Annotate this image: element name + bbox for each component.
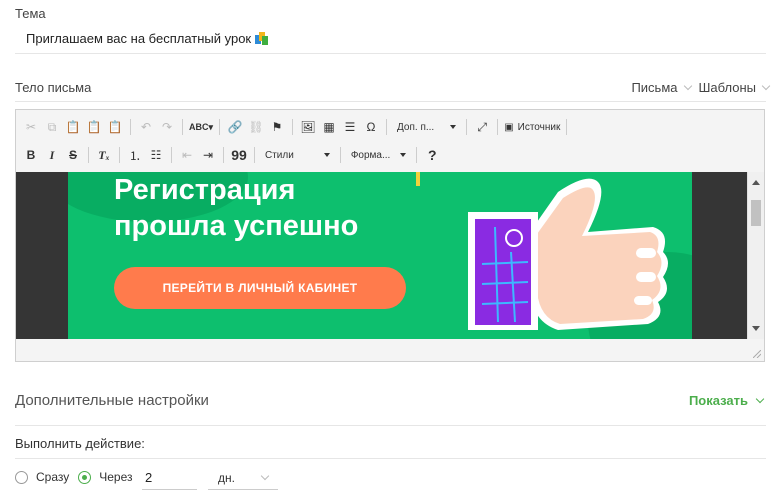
source-label: Источник bbox=[517, 121, 561, 133]
radio-immediately[interactable] bbox=[15, 470, 28, 484]
advanced-divider bbox=[15, 425, 766, 426]
scroll-thumb[interactable] bbox=[751, 200, 761, 226]
scroll-up-icon[interactable] bbox=[752, 180, 760, 185]
toolbar-separator bbox=[566, 119, 568, 135]
table-icon[interactable]: ▦ bbox=[320, 117, 338, 137]
subject-input[interactable]: Приглашаем вас на бесплатный урок bbox=[15, 24, 766, 54]
action-label: Выполнить действие: bbox=[15, 436, 145, 451]
styles-combo-label: Стили bbox=[265, 149, 294, 161]
banner-title: Регистрация прошла успешно bbox=[114, 172, 434, 244]
toolbar-separator bbox=[88, 147, 89, 163]
toolbar-separator bbox=[119, 147, 120, 163]
toolbar-separator bbox=[466, 119, 468, 135]
subject-label: Тема bbox=[15, 6, 46, 21]
thumbs-up-icon bbox=[468, 178, 668, 330]
toolbar-separator bbox=[339, 147, 341, 163]
toolbar-separator bbox=[254, 147, 255, 163]
extra-combo[interactable]: Доп. п... bbox=[393, 117, 460, 137]
editor-scrollbar[interactable] bbox=[747, 172, 764, 339]
extra-combo-label: Доп. п... bbox=[397, 121, 435, 133]
redo-icon[interactable]: ↷ bbox=[158, 117, 176, 137]
action-radio-row: Сразу Через bbox=[15, 470, 142, 484]
source-button[interactable]: ▣ Источник bbox=[504, 122, 560, 133]
help-button[interactable]: ? bbox=[423, 145, 441, 165]
bulleted-list-icon[interactable]: ☷ bbox=[147, 145, 165, 165]
body-links: Письма Шаблоны bbox=[631, 80, 771, 95]
banner-cta-button[interactable]: ПЕРЕЙТИ В ЛИЧНЫЙ КАБИНЕТ bbox=[114, 267, 406, 309]
books-emoji-icon bbox=[255, 32, 269, 45]
toolbar-separator bbox=[130, 119, 131, 135]
show-label: Показать bbox=[688, 393, 748, 408]
chevron-down-icon bbox=[683, 81, 692, 90]
toolbar-separator bbox=[292, 119, 294, 135]
paste-text-icon[interactable]: 📋 bbox=[85, 117, 103, 137]
toolbar-row-2: B I S Tₓ ⒈ ☷ ⇤ ⇥ 99 Стили Форма... ? bbox=[22, 143, 441, 167]
bold-button[interactable]: B bbox=[22, 145, 40, 165]
copy-icon[interactable]: ⧉ bbox=[43, 117, 61, 137]
advanced-settings-title: Дополнительные настройки bbox=[15, 392, 209, 409]
special-char-icon[interactable]: Ω bbox=[362, 117, 380, 137]
toolbar-row-1: ✂ ⧉ 📋 📋 📋 ↶ ↷ ABC▾ 🔗 ⛓ ⚑ 🖼 ▦ ☰ Ω Доп. п.… bbox=[22, 115, 570, 139]
image-icon[interactable]: 🖼 bbox=[299, 117, 317, 137]
toolbar-separator bbox=[223, 147, 224, 163]
body-label: Тело письма bbox=[15, 80, 92, 95]
toolbar-separator bbox=[219, 119, 221, 135]
link-icon[interactable]: 🔗 bbox=[226, 117, 244, 137]
templates-label: Шаблоны bbox=[698, 80, 757, 95]
toolbar-separator bbox=[416, 147, 418, 163]
toolbar-separator bbox=[386, 119, 388, 135]
blockquote-icon[interactable]: 99 bbox=[230, 145, 248, 165]
subject-value: Приглашаем вас на бесплатный урок bbox=[26, 31, 252, 46]
advanced-settings-toggle[interactable]: Показать bbox=[688, 393, 765, 408]
spellcheck-icon[interactable]: ABC▾ bbox=[189, 117, 213, 137]
format-combo[interactable]: Форма... bbox=[347, 145, 411, 165]
letters-label: Письма bbox=[631, 80, 678, 95]
banner-title-line-1: Регистрация bbox=[114, 174, 296, 206]
editor-content[interactable]: Регистрация прошла успешно ПЕРЕЙТИ В ЛИЧ… bbox=[16, 172, 748, 339]
strike-button[interactable]: S bbox=[64, 145, 82, 165]
paste-icon[interactable]: 📋 bbox=[64, 117, 82, 137]
chevron-down-icon bbox=[761, 81, 771, 90]
banner-title-line-2: прошла успешно bbox=[114, 210, 359, 242]
caret-down-icon bbox=[323, 153, 330, 157]
anchor-flag-icon[interactable]: ⚑ bbox=[268, 117, 286, 137]
templates-dropdown[interactable]: Шаблоны bbox=[698, 80, 771, 95]
caret-down-icon bbox=[450, 125, 457, 129]
letters-dropdown[interactable]: Письма bbox=[631, 80, 692, 95]
format-combo-label: Форма... bbox=[350, 149, 391, 161]
scroll-down-icon[interactable] bbox=[752, 326, 760, 331]
delay-unit-select[interactable]: дн. bbox=[208, 466, 278, 490]
indent-icon[interactable]: ⇥ bbox=[199, 145, 217, 165]
chevron-down-icon bbox=[260, 471, 270, 480]
source-doc-icon: ▣ bbox=[504, 121, 514, 133]
paste-word-icon[interactable]: 📋 bbox=[106, 117, 124, 137]
radio-immediately-label[interactable]: Сразу bbox=[36, 470, 69, 484]
outdent-icon[interactable]: ⇤ bbox=[178, 145, 196, 165]
caret-down-icon bbox=[400, 153, 407, 157]
email-banner: Регистрация прошла успешно ПЕРЕЙТИ В ЛИЧ… bbox=[68, 172, 692, 339]
rich-text-editor: ✂ ⧉ 📋 📋 📋 ↶ ↷ ABC▾ 🔗 ⛓ ⚑ 🖼 ▦ ☰ Ω Доп. п.… bbox=[15, 109, 765, 362]
toolbar-separator bbox=[182, 119, 183, 135]
horizontal-rule-icon[interactable]: ☰ bbox=[341, 117, 359, 137]
cut-icon[interactable]: ✂ bbox=[22, 117, 40, 137]
body-divider bbox=[15, 101, 766, 102]
delay-unit-label: дн. bbox=[218, 470, 235, 485]
undo-icon[interactable]: ↶ bbox=[137, 117, 155, 137]
resize-handle-icon[interactable] bbox=[753, 350, 761, 358]
toolbar-separator bbox=[497, 119, 499, 135]
delay-value-input[interactable]: 2 bbox=[142, 466, 197, 490]
unlink-icon[interactable]: ⛓ bbox=[247, 117, 265, 137]
styles-combo[interactable]: Стили bbox=[261, 145, 334, 165]
remove-format-icon[interactable]: Tₓ bbox=[95, 145, 113, 165]
italic-button[interactable]: I bbox=[43, 145, 61, 165]
radio-after[interactable] bbox=[78, 470, 92, 484]
toolbar-separator bbox=[171, 147, 172, 163]
maximize-icon[interactable]: ⤢ bbox=[473, 117, 491, 137]
chevron-down-icon bbox=[755, 394, 765, 403]
numbered-list-icon[interactable]: ⒈ bbox=[126, 145, 144, 165]
action-divider bbox=[15, 458, 766, 459]
radio-after-label[interactable]: Через bbox=[99, 470, 132, 484]
